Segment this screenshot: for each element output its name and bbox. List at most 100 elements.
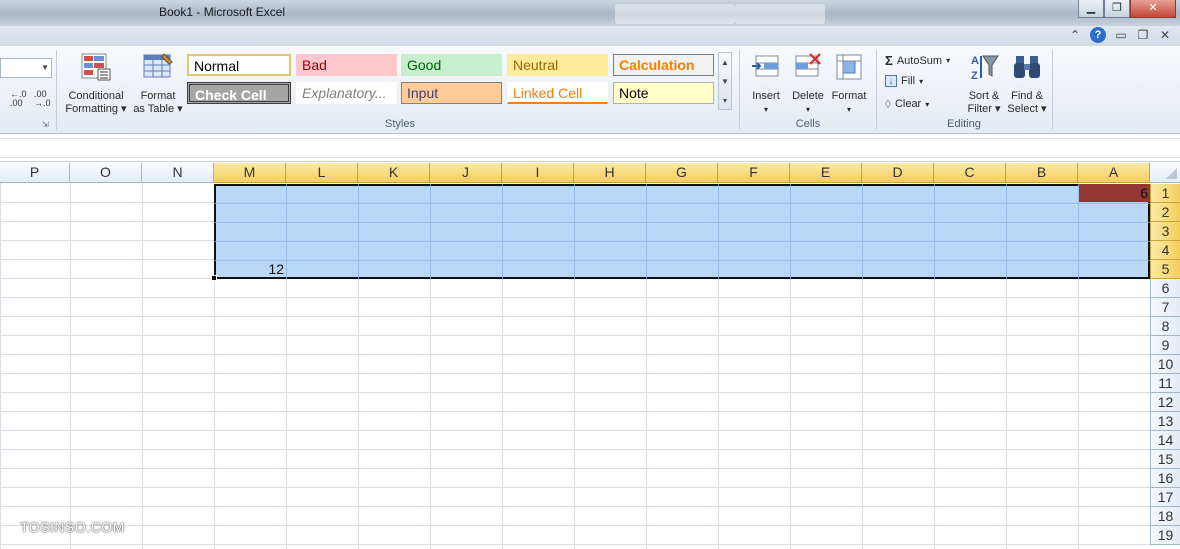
cell-style-linked-cell[interactable]: Linked Cell: [507, 82, 608, 104]
row-header-6[interactable]: 6: [1150, 279, 1180, 298]
column-header-a[interactable]: A: [1078, 163, 1150, 183]
insert-button[interactable]: Insert ▾: [745, 52, 787, 116]
gridline: [0, 449, 1150, 450]
column-header-h[interactable]: H: [574, 163, 646, 183]
decrease-decimal-button[interactable]: .00 →.0: [34, 90, 51, 108]
gridline: [0, 316, 1150, 317]
conditional-formatting-icon: [81, 53, 111, 81]
row-header-15[interactable]: 15: [1150, 450, 1180, 469]
close-icon[interactable]: ✕: [1130, 0, 1176, 18]
row-header-16[interactable]: 16: [1150, 469, 1180, 488]
row-header-10[interactable]: 10: [1150, 355, 1180, 374]
column-header-f[interactable]: F: [718, 163, 790, 183]
cell-style-input[interactable]: Input: [401, 82, 502, 104]
row-header-14[interactable]: 14: [1150, 431, 1180, 450]
gallery-scroll[interactable]: ▲ ▼ ▾: [718, 52, 732, 110]
row-header-8[interactable]: 8: [1150, 317, 1180, 336]
number-format-dropdown[interactable]: ▼: [0, 58, 52, 78]
cell-style-bad[interactable]: Bad: [296, 54, 397, 76]
minimize-icon[interactable]: ▁: [1078, 0, 1104, 18]
selection-gridline: [574, 184, 575, 279]
sort-filter-button[interactable]: A Z Sort & Filter ▾: [963, 52, 1005, 116]
column-header-n[interactable]: N: [142, 163, 214, 183]
row-header-19[interactable]: 19: [1150, 526, 1180, 545]
row-header-18[interactable]: 18: [1150, 507, 1180, 526]
select-all-corner[interactable]: [1150, 163, 1180, 183]
ribbon: ▼ ←.0.00 .00 →.0 ⇲ Conditional Formatting…: [0, 46, 1180, 134]
cell-style-note[interactable]: Note: [613, 82, 714, 104]
conditional-formatting-label: Conditional Formatting ▾: [65, 90, 127, 115]
group-separator: [876, 50, 877, 130]
fill-button[interactable]: ↓ Fill ▾: [885, 75, 923, 87]
worksheet-grid[interactable]: ABCDEFGHIJKLMNOP 1 2 3 4 5 6 7 8 9 10 11 12 13 14 15 16…: [0, 163, 1180, 549]
increase-decimal-button[interactable]: ←.0.00: [10, 90, 27, 108]
column-header-o[interactable]: O: [70, 163, 142, 183]
cell-a1[interactable]: 6: [1079, 184, 1150, 202]
cell-style-neutral[interactable]: Neutral: [507, 54, 608, 76]
conditional-formatting-button[interactable]: Conditional Formatting ▾: [60, 52, 132, 116]
row-header-1[interactable]: 1: [1150, 184, 1180, 203]
row-header-3[interactable]: 3: [1150, 222, 1180, 241]
dialog-launcher-icon[interactable]: ⇲: [42, 120, 49, 129]
cell-m5[interactable]: 12: [216, 260, 286, 278]
column-header-b[interactable]: B: [1006, 163, 1078, 183]
group-separator: [1052, 50, 1053, 130]
help-icon[interactable]: ?: [1090, 27, 1106, 43]
restore-icon[interactable]: ❐: [1136, 28, 1150, 42]
cell-style-calculation[interactable]: Calculation: [613, 54, 714, 76]
blurred-region: [735, 4, 825, 24]
selection-gridline: [790, 184, 791, 279]
column-header-p[interactable]: P: [0, 163, 70, 183]
column-header-i[interactable]: I: [502, 163, 574, 183]
styles-group-label: Styles: [385, 118, 415, 130]
selection-gridline: [934, 184, 935, 279]
find-select-button[interactable]: Find & Select ▾: [1006, 52, 1048, 116]
chevron-up-icon[interactable]: ⌃: [1068, 28, 1082, 42]
fill-handle[interactable]: [211, 275, 217, 281]
row-header-9[interactable]: 9: [1150, 336, 1180, 355]
cell-style-good[interactable]: Good: [401, 54, 502, 76]
row-header-13[interactable]: 13: [1150, 412, 1180, 431]
selected-range[interactable]: [214, 184, 1150, 279]
row-header-7[interactable]: 7: [1150, 298, 1180, 317]
format-cells-icon: [836, 54, 862, 80]
restore-icon[interactable]: ❐: [1104, 0, 1130, 18]
find-select-label: Find & Select ▾: [1007, 90, 1047, 115]
column-header-d[interactable]: D: [862, 163, 934, 183]
window-title: Book1 - Microsoft Excel: [159, 5, 286, 19]
group-separator: [739, 50, 740, 130]
selection-gridline: [862, 184, 863, 279]
column-header-g[interactable]: G: [646, 163, 718, 183]
column-header-m[interactable]: M: [214, 163, 286, 183]
row-header-11[interactable]: 11: [1150, 374, 1180, 393]
format-button[interactable]: Format ▾: [829, 52, 869, 116]
chevron-down-icon: ▾: [946, 56, 951, 65]
close-icon[interactable]: ✕: [1158, 28, 1172, 42]
row-header-12[interactable]: 12: [1150, 393, 1180, 412]
row-header-2[interactable]: 2: [1150, 203, 1180, 222]
row-header-17[interactable]: 17: [1150, 488, 1180, 507]
column-header-k[interactable]: K: [358, 163, 430, 183]
row-header-5[interactable]: 5: [1150, 260, 1180, 279]
clear-button[interactable]: ◊ Clear ▾: [885, 97, 929, 111]
column-header-c[interactable]: C: [934, 163, 1006, 183]
autosum-button[interactable]: Σ AutoSum ▾: [885, 53, 950, 68]
cells-group-label: Cells: [795, 118, 821, 130]
column-header-j[interactable]: J: [430, 163, 502, 183]
cell-style-check-cell[interactable]: Check Cell: [187, 82, 291, 104]
chevron-down-icon: ▾: [846, 105, 851, 114]
chevron-down-icon: ▾: [805, 105, 810, 114]
column-header-e[interactable]: E: [790, 163, 862, 183]
gridline: [0, 525, 1150, 526]
row-header-4[interactable]: 4: [1150, 241, 1180, 260]
column-header-l[interactable]: L: [286, 163, 358, 183]
formula-input[interactable]: [0, 138, 1180, 158]
cell-style-normal[interactable]: Normal: [187, 54, 291, 76]
delete-button[interactable]: Delete ▾: [788, 52, 828, 116]
chevron-down-icon: ▾: [919, 76, 924, 86]
formula-bar[interactable]: [0, 135, 1180, 162]
minimize-icon[interactable]: ▭: [1114, 28, 1128, 42]
svg-text:Z: Z: [971, 70, 978, 82]
format-as-table-button[interactable]: Format as Table ▾: [132, 52, 184, 116]
cell-style-explanatory[interactable]: Explanatory...: [296, 82, 397, 104]
